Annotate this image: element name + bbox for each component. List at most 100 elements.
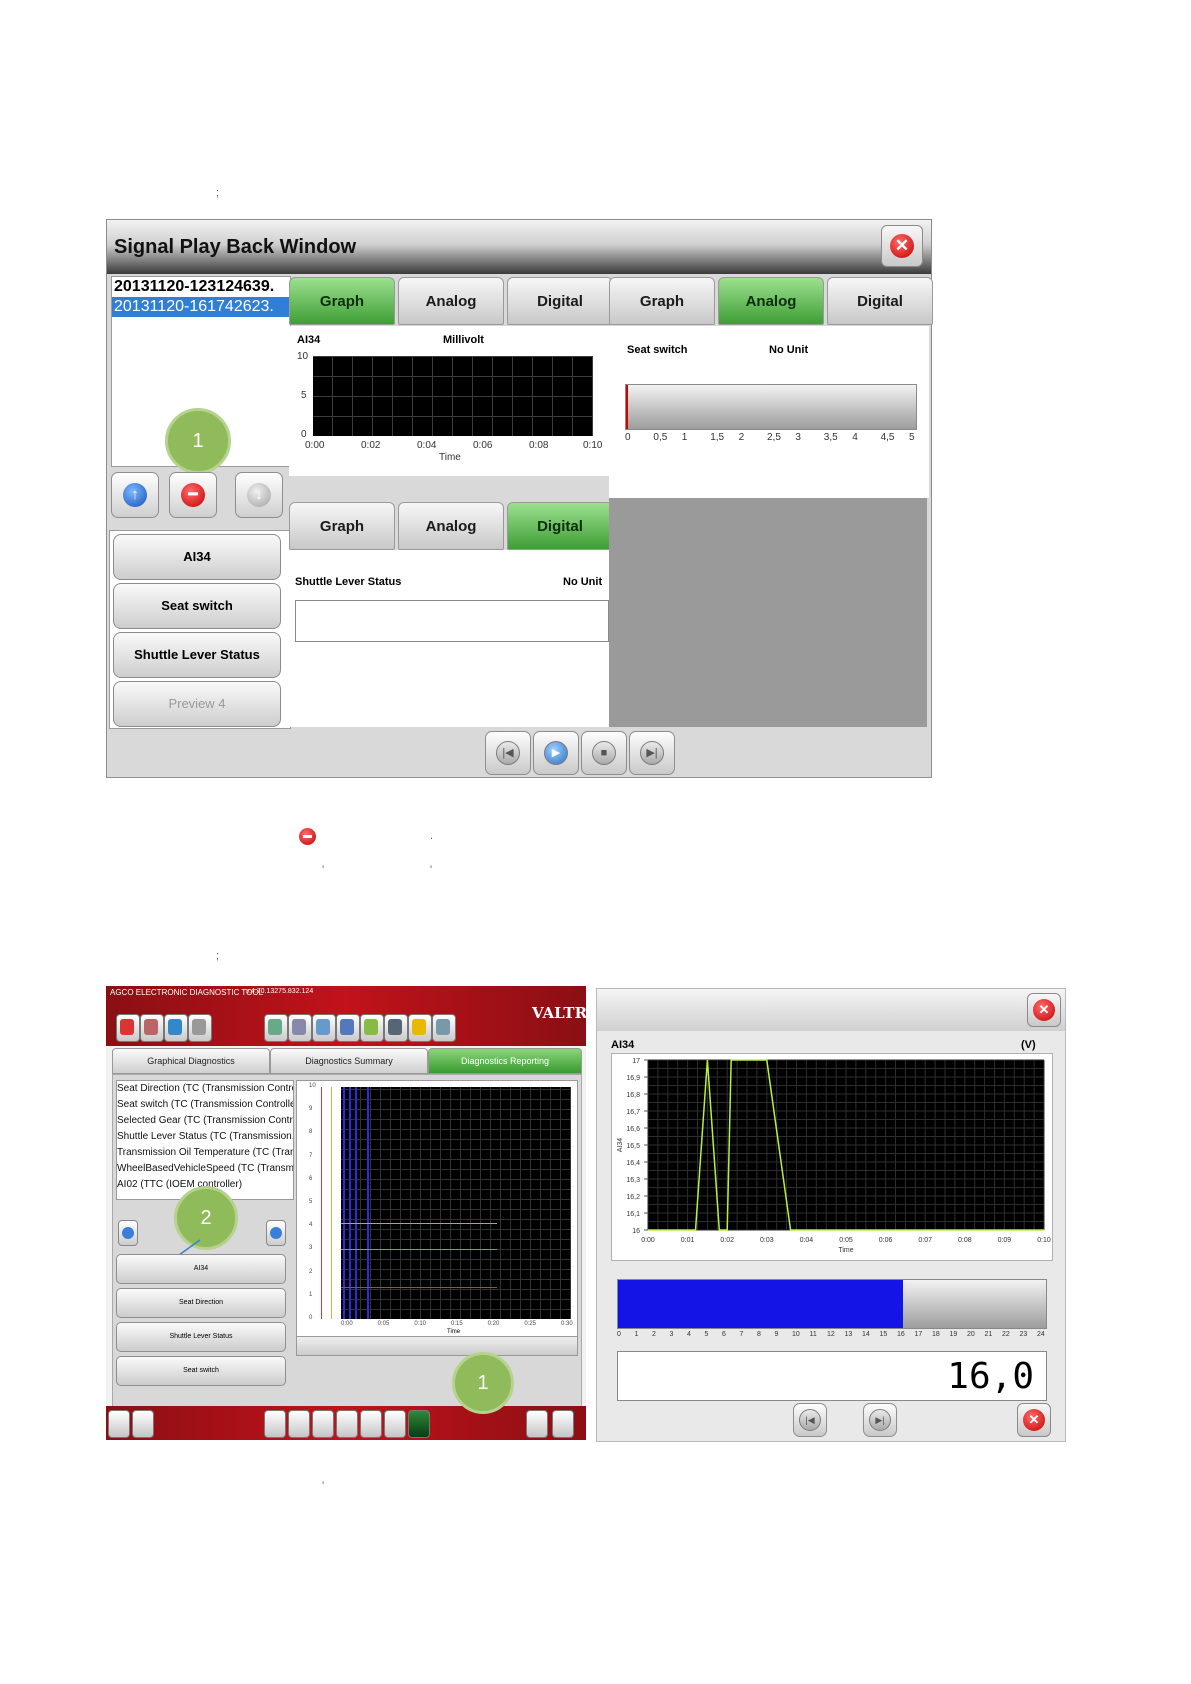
module-icon[interactable]: [432, 1014, 456, 1042]
skip-start-icon[interactable]: [312, 1410, 334, 1438]
x-axis-label: Time: [439, 452, 461, 463]
record-icon[interactable]: [288, 1410, 310, 1438]
tab-graphical-diagnostics[interactable]: Graphical Diagnostics: [112, 1048, 270, 1074]
tab-analog[interactable]: Analog: [398, 502, 504, 550]
signal-button-seat-direction[interactable]: Seat Direction: [116, 1288, 286, 1318]
scale-tick: 2,5: [767, 432, 781, 443]
tab-analog[interactable]: Analog: [398, 277, 504, 325]
wrench-icon[interactable]: [336, 1014, 360, 1042]
channel-item[interactable]: WheelBasedVehicleSpeed (TC (Transmi..: [117, 1161, 293, 1177]
skip-start-button[interactable]: |◀: [793, 1403, 827, 1437]
graph-plot-area: [313, 356, 593, 436]
channel-item[interactable]: Transmission Oil Temperature (TC (Tran..: [117, 1145, 293, 1161]
x-tick: 0:06: [473, 440, 493, 451]
diagnostics-icon[interactable]: [288, 1014, 312, 1042]
channel-list[interactable]: Seat Direction (TC (Transmission Contro.…: [116, 1080, 294, 1200]
diagnostic-tool-window: AGCO ELECTRONIC DIAGNOSTIC TOOL v.4.70.1…: [106, 986, 586, 1440]
vehicle-icon[interactable]: [264, 1014, 288, 1042]
tab-digital[interactable]: Digital: [827, 277, 933, 325]
move-up-button[interactable]: [118, 1220, 138, 1246]
tab-diagnostics-reporting[interactable]: Diagnostics Reporting: [428, 1048, 582, 1074]
scale-tick: 5: [909, 432, 915, 443]
refresh-icon[interactable]: [164, 1014, 188, 1042]
tab-graph[interactable]: Graph: [289, 277, 395, 325]
tab-diagnostics-summary[interactable]: Diagnostics Summary: [270, 1048, 428, 1074]
move-down-button[interactable]: [266, 1220, 286, 1246]
x-tick: 0:10: [583, 440, 603, 451]
language-flag-icon[interactable]: [132, 1410, 154, 1438]
stop-button[interactable]: ■: [581, 731, 627, 775]
bar-scale-tick: 3: [669, 1331, 674, 1338]
skip-end-icon: ▶|: [640, 741, 664, 765]
x-tick-label: 0:05: [839, 1237, 853, 1244]
signal-button-ai34[interactable]: AI34: [116, 1254, 286, 1284]
tab-analog[interactable]: Analog: [718, 277, 824, 325]
network-icon[interactable]: [312, 1014, 336, 1042]
close-button[interactable]: ✕: [881, 225, 923, 267]
y-tick: 0: [301, 429, 307, 440]
plot-scrollbar[interactable]: [296, 1336, 578, 1356]
signal-button-ai34[interactable]: AI34: [113, 534, 281, 580]
move-down-button[interactable]: ↓: [235, 472, 283, 518]
help-icon[interactable]: [526, 1410, 548, 1438]
tools-icon[interactable]: [140, 1014, 164, 1042]
notes-icon[interactable]: [108, 1410, 130, 1438]
channel-item[interactable]: Seat switch (TC (Transmission Controlle.…: [117, 1097, 293, 1113]
y-tick-label: 16: [632, 1228, 640, 1235]
signal-button-preview[interactable]: Preview 4: [113, 681, 281, 727]
close-icon: ✕: [1033, 999, 1055, 1021]
skip-end-button[interactable]: ▶|: [863, 1403, 897, 1437]
channel-item[interactable]: Seat Direction (TC (Transmission Contro.…: [117, 1081, 293, 1097]
close-icon: ✕: [890, 234, 914, 258]
signal-button-shuttle-lever[interactable]: Shuttle Lever Status: [116, 1322, 286, 1352]
play-button[interactable]: ▶: [533, 731, 579, 775]
x-tick: 0:20: [487, 1321, 500, 1327]
settings-icon[interactable]: [188, 1014, 212, 1042]
search-icon[interactable]: [552, 1410, 574, 1438]
y-tick-label: 16,5: [626, 1143, 640, 1150]
bar-scale-tick: 24: [1037, 1331, 1045, 1338]
file-item-selected[interactable]: 20131120-161742623.: [112, 297, 290, 317]
home-icon[interactable]: [116, 1014, 140, 1042]
skip-end-icon: ▶|: [869, 1409, 891, 1431]
checklist-icon[interactable]: [360, 1014, 384, 1042]
list-icon[interactable]: [360, 1410, 382, 1438]
signal-button-seat-switch[interactable]: Seat switch: [116, 1356, 286, 1386]
analog-panel: Seat switch No Unit 0 0,5 1 1,5 2 2,5 3 3,5 4 4,5…: [609, 326, 929, 498]
y-tick: 10: [297, 351, 309, 362]
y-axis-label: AI34: [617, 1138, 624, 1153]
skip-end-button[interactable]: ▶|: [629, 731, 675, 775]
y-tick: 4: [309, 1222, 313, 1229]
download-icon[interactable]: [384, 1014, 408, 1042]
app-title: AGCO ELECTRONIC DIAGNOSTIC TOOL: [110, 988, 264, 997]
signal-line: [341, 1287, 497, 1288]
skip-start-button[interactable]: |◀: [485, 731, 531, 775]
y-tick: 5: [309, 1199, 313, 1205]
y-tick-label: 16,4: [626, 1160, 640, 1167]
digital-unit: No Unit: [563, 576, 603, 588]
channel-item[interactable]: Shuttle Lever Status (TC (Transmission..: [117, 1129, 293, 1145]
signal-playback-window: Signal Play Back Window ✕ 20131120-12312…: [106, 219, 933, 778]
move-up-button[interactable]: ↑: [111, 472, 159, 518]
analog-level-fill: [626, 385, 628, 429]
tab-graph[interactable]: Graph: [289, 502, 395, 550]
tab-digital[interactable]: Digital: [507, 277, 613, 325]
signal-button-seat-switch[interactable]: Seat switch: [113, 583, 281, 629]
tab-graph[interactable]: Graph: [609, 277, 715, 325]
tab-digital[interactable]: Digital: [507, 502, 613, 550]
close-button[interactable]: ✕: [1027, 993, 1061, 1027]
skip-end-icon[interactable]: [336, 1410, 358, 1438]
bar-scale-tick: 16: [897, 1331, 905, 1338]
warning-icon[interactable]: [408, 1014, 432, 1042]
sync-icon[interactable]: [384, 1410, 406, 1438]
signal-button-shuttle-lever[interactable]: Shuttle Lever Status: [113, 632, 281, 678]
digital-value-box: [295, 600, 609, 642]
scale-tick: 4,5: [880, 432, 895, 443]
remove-button[interactable]: ━: [169, 472, 217, 518]
exit-button[interactable]: ✕: [1017, 1403, 1051, 1437]
signal-playback-icon[interactable]: [408, 1410, 430, 1438]
channel-item[interactable]: Selected Gear (TC (Transmission Contro..: [117, 1113, 293, 1129]
record-play-icon[interactable]: [264, 1410, 286, 1438]
file-item[interactable]: 20131120-123124639.: [112, 277, 290, 297]
x-tick: 0:10: [414, 1321, 427, 1327]
